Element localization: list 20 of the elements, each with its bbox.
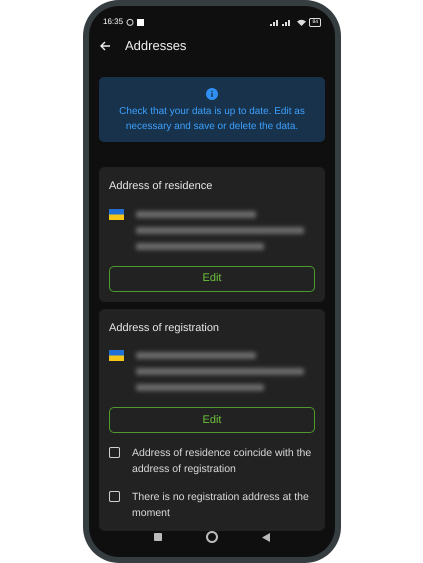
status-time: 16:35 xyxy=(103,16,124,28)
info-icon xyxy=(206,88,218,100)
flag-icon xyxy=(109,208,124,220)
checkbox[interactable] xyxy=(109,491,120,502)
checkbox-label[interactable]: Address of residence coincide with the address of registration xyxy=(132,445,315,477)
checkbox[interactable] xyxy=(109,447,120,458)
flag-icon xyxy=(109,350,124,361)
info-text: Check that your data is up to date. Edit as necessary and save or delete the data. xyxy=(118,105,306,134)
card-title: Address of registration xyxy=(109,320,220,336)
card-title: Address of residence xyxy=(109,179,214,194)
checkbox-label[interactable]: There is no registration address at the moment xyxy=(132,489,315,521)
wifi-icon xyxy=(297,18,306,26)
notification-icon xyxy=(137,18,144,26)
home-icon[interactable] xyxy=(206,531,218,543)
alarm-icon xyxy=(126,18,134,26)
edit-button[interactable]: Edit xyxy=(109,266,315,292)
back-icon[interactable] xyxy=(262,532,270,542)
edit-button[interactable]: Edit xyxy=(109,407,315,433)
page-title: Addresses xyxy=(125,36,186,55)
back-arrow-icon[interactable] xyxy=(100,40,111,50)
